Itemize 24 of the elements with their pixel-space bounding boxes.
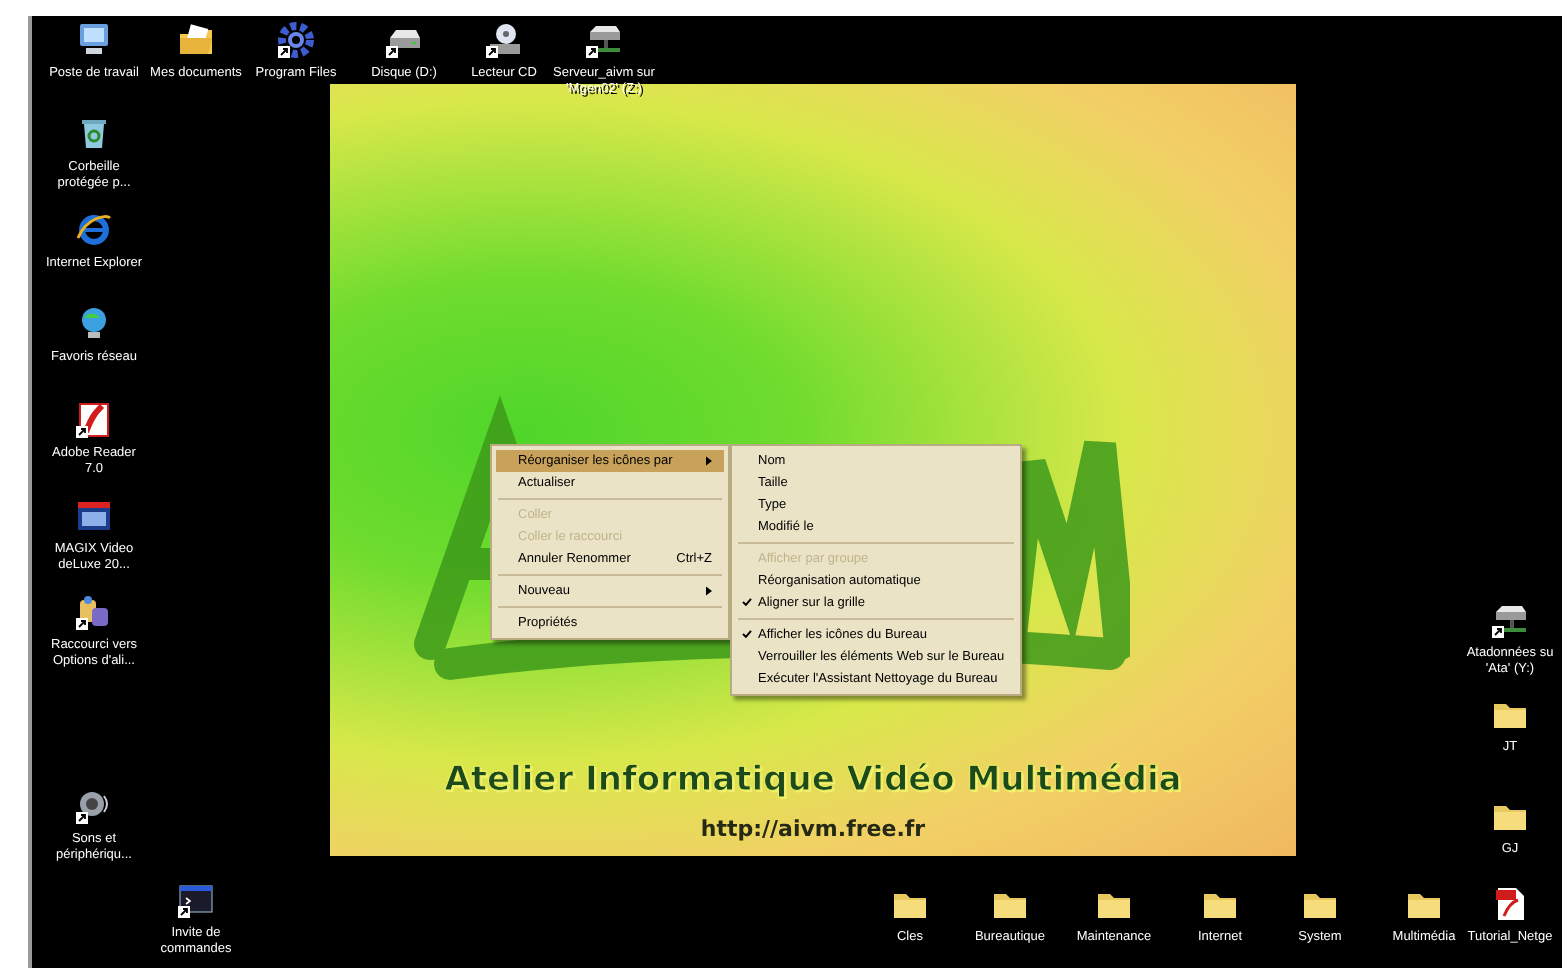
video-app-icon[interactable] xyxy=(74,496,114,536)
shortcut-arrow-icon xyxy=(486,46,498,58)
shortcut-arrow-icon xyxy=(76,618,88,630)
shortcut-arrow-icon xyxy=(76,812,88,824)
command-prompt-icon[interactable] xyxy=(176,880,216,920)
shortcut-arrow-icon xyxy=(278,46,290,58)
shortcut-arrow-icon xyxy=(178,906,190,918)
folder-icon[interactable] xyxy=(176,20,216,60)
shortcut-arrow-icon xyxy=(76,426,88,438)
network-drive-icon[interactable] xyxy=(1490,600,1530,640)
network-drive-icon[interactable] xyxy=(584,20,624,60)
browser-icon[interactable] xyxy=(74,210,114,250)
computer-icon[interactable] xyxy=(74,20,114,60)
cd-drive-icon[interactable] xyxy=(484,20,524,60)
shortcut-arrow-icon xyxy=(1492,626,1504,638)
power-options-icon[interactable] xyxy=(74,592,114,632)
gear-icon[interactable] xyxy=(276,20,316,60)
shortcut-arrow-icon xyxy=(586,46,598,58)
pdf-file-icon[interactable] xyxy=(1490,884,1530,924)
speaker-icon[interactable] xyxy=(74,786,114,826)
pdf-reader-icon[interactable] xyxy=(74,400,114,440)
wallpaper-title: Atelier Informatique Vidéo Multimédia xyxy=(442,760,1184,800)
shortcut-arrow-icon xyxy=(386,46,398,58)
wallpaper-url: http://aivm.free.fr xyxy=(698,816,928,842)
